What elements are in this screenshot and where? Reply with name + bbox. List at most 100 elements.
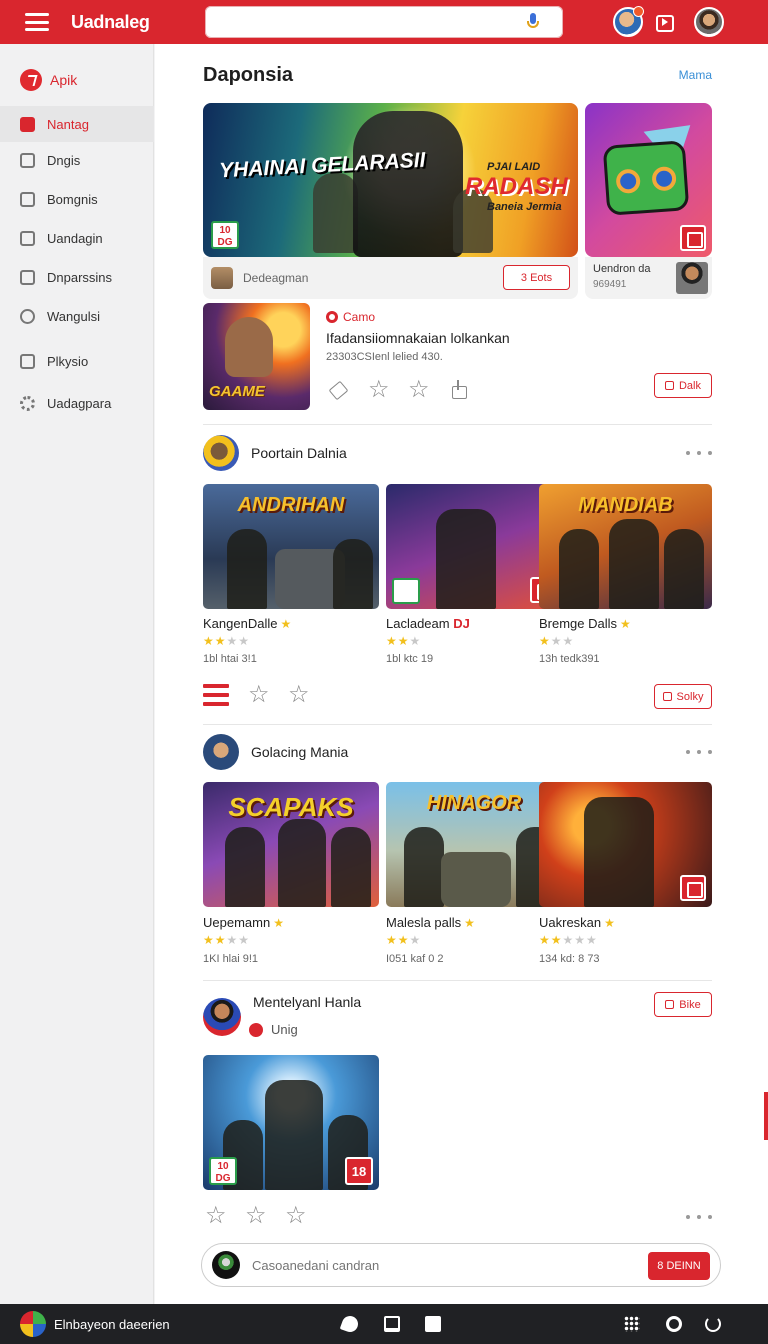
sidebar-item-apik[interactable]: Apik (0, 62, 154, 98)
menu-icon[interactable] (25, 13, 49, 31)
section-action-button[interactable]: Solky (654, 684, 712, 709)
character-figure (278, 819, 326, 907)
game-thumbnail[interactable]: 10 DG 18 (203, 1055, 379, 1190)
sidebar-item-bomgnis[interactable]: Bomgnis (0, 181, 154, 217)
game-thumbnail[interactable]: HINAGOR (386, 782, 562, 907)
star-rating: ★★★ (539, 634, 575, 648)
featured-title[interactable]: Ifadansiiomnakaian lolkankan (326, 330, 510, 346)
section-header: Mentelyanl Hanla Unig (203, 994, 361, 1037)
character-figure (227, 529, 267, 609)
sidebar-item-label: Apik (50, 72, 78, 88)
section-title: Mentelyanl Hanla (253, 994, 362, 1010)
sidebar-item-dnparssins[interactable]: Dnparssins (0, 259, 154, 295)
featured-tag: Camo (326, 310, 375, 324)
star-icon[interactable] (285, 1201, 307, 1229)
banner-right-main: RADASH (465, 173, 568, 200)
section-action-button[interactable]: Bike (654, 992, 712, 1017)
search-input[interactable] (205, 6, 563, 38)
chat-icon[interactable] (339, 1313, 361, 1335)
scrollbar[interactable] (764, 1092, 768, 1140)
star-icon[interactable] (368, 375, 390, 403)
game-thumbnail[interactable] (386, 484, 562, 609)
video-icon[interactable] (654, 12, 678, 32)
more-options-icon[interactable] (686, 451, 712, 457)
section-header: Golacing Mania (203, 734, 348, 770)
game-title[interactable]: Uakreskan ★ (539, 915, 615, 930)
section-avatar[interactable] (203, 435, 239, 471)
section-actions (205, 1201, 307, 1229)
side-promo-card[interactable] (585, 103, 712, 257)
featured-tag-label: Camo (343, 310, 376, 324)
section-avatar[interactable] (203, 998, 241, 1036)
game-meta: 13h tedk391 (539, 653, 600, 665)
more-link[interactable]: Mama (679, 68, 712, 82)
game-thumbnail[interactable] (539, 782, 712, 907)
character-figure (559, 529, 599, 609)
main-content: Daponsia Mama YHAINAI GELARASII PJAI LAI… (155, 44, 768, 1304)
top-bar: Uadnaleg (0, 0, 768, 44)
more-options-icon[interactable] (686, 1215, 712, 1221)
eye-shape (651, 165, 677, 192)
microphone-icon[interactable] (527, 13, 539, 31)
sidebar-item-nantag[interactable]: Nantag (0, 106, 154, 142)
section-title: Poortain Dalnia (251, 445, 347, 461)
star-icon[interactable] (205, 1201, 227, 1229)
featured-game-art[interactable]: GAAME (203, 303, 310, 410)
send-button[interactable]: 8 DEINN (648, 1252, 710, 1280)
game-title[interactable]: Uepemamn ★ (203, 915, 284, 930)
character-figure (584, 797, 654, 907)
browser-icon[interactable] (666, 1316, 682, 1332)
power-icon[interactable] (705, 1316, 721, 1332)
sidebar-item-uadagpara[interactable]: Uadagpara (0, 385, 154, 421)
game-title[interactable]: Malesla palls ★ (386, 915, 475, 930)
star-icon[interactable] (245, 1201, 267, 1229)
list-icon[interactable] (203, 684, 229, 706)
app-logo-icon[interactable] (20, 1311, 46, 1337)
star-rating: ★★★★★ (539, 933, 598, 947)
app-title: Uadnaleg (71, 11, 150, 32)
sidebar-item-uandagin[interactable]: Uandagin (0, 220, 154, 256)
game-meta: 1bl ktc 19 (386, 653, 434, 665)
star-rating: ★★★★ (203, 634, 251, 648)
hero-action-button[interactable]: 3 Eots (503, 265, 570, 290)
divider (203, 980, 712, 981)
section-button-label: Solky (676, 690, 704, 703)
comment-input[interactable] (252, 1257, 612, 1273)
sidebar: Apik Nantag Dngis Bomgnis Uandagin Dnpar… (0, 44, 154, 1304)
game-thumbnail[interactable]: MANDIAB (539, 484, 712, 609)
apps-grid-icon[interactable] (624, 1316, 640, 1332)
sidebar-item-plkysio[interactable]: Plkysio (0, 343, 154, 379)
game-title[interactable]: Bremge Dalls ★ (539, 616, 631, 631)
section-avatar[interactable] (203, 734, 239, 770)
character-figure (664, 529, 704, 609)
hero-banner[interactable]: YHAINAI GELARASII PJAI LAID RADASH Banei… (203, 103, 578, 257)
section-header: Poortain Dalnia (203, 435, 347, 471)
user-avatar[interactable] (694, 7, 724, 37)
side-promo-thumb (676, 262, 708, 294)
star-icon[interactable] (248, 680, 270, 708)
game-thumbnail[interactable]: ANDRIHAN (203, 484, 379, 609)
game-title[interactable]: Lacladeam DJ (386, 616, 470, 631)
star-icon[interactable] (288, 680, 310, 708)
gear-icon (20, 395, 35, 411)
mail-icon[interactable] (425, 1316, 441, 1332)
thumbnail-art-text: ANDRIHAN (237, 494, 345, 516)
game-title[interactable]: KangenDalle ★ (203, 616, 291, 631)
character-figure (436, 509, 496, 609)
button-icon (665, 1000, 675, 1009)
sidebar-item-dngis[interactable]: Dngis (0, 142, 154, 178)
star-icon: ★ (620, 617, 631, 631)
featured-action-button[interactable]: Dalk (654, 373, 712, 398)
character-figure (609, 519, 659, 609)
character-shape (602, 140, 690, 216)
tag-icon (326, 311, 338, 323)
laptop-icon[interactable] (384, 1316, 400, 1332)
star-rating: ★★★ (386, 634, 422, 648)
tag-icon[interactable] (328, 379, 350, 401)
share-icon[interactable] (448, 379, 470, 401)
game-thumbnail[interactable]: SCAPAKS (203, 782, 379, 907)
star-icon[interactable] (408, 375, 430, 403)
sidebar-item-wangulsi[interactable]: Wangulsi (0, 298, 154, 334)
more-options-icon[interactable] (686, 750, 712, 756)
building-icon (211, 267, 233, 289)
